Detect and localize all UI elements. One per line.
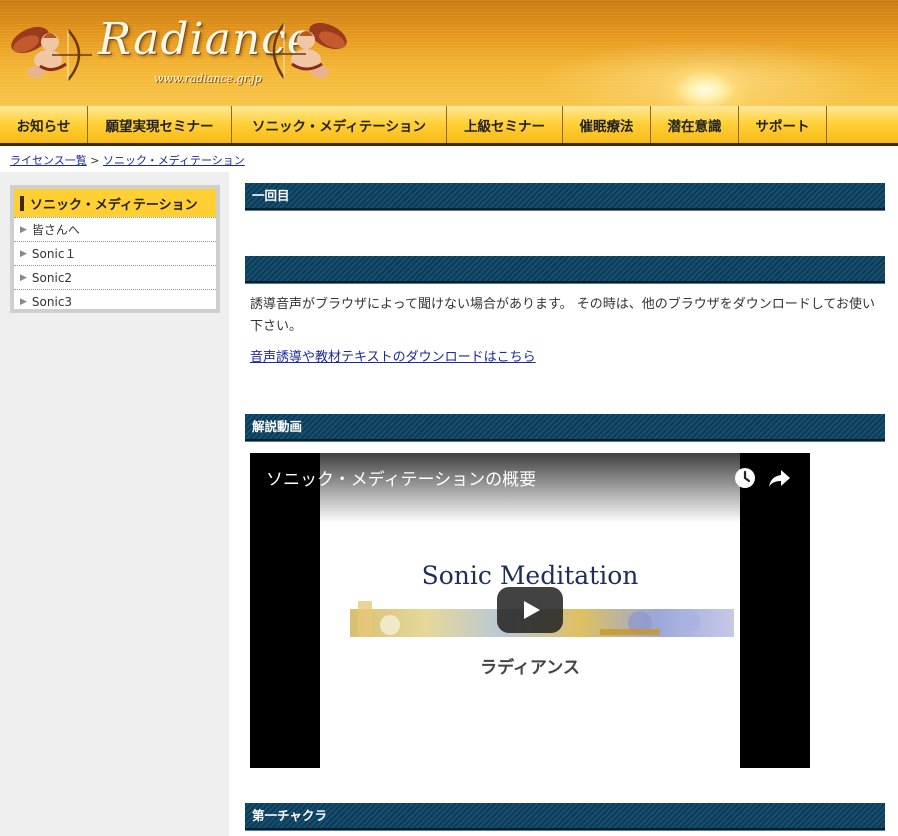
section-heading-first: 一回目: [245, 183, 885, 211]
breadcrumb-link-license-list[interactable]: ライセンス一覧: [10, 154, 87, 167]
sidebar-menu: ソニック・メディテーション ▶ 皆さんへ ▶ Sonic１ ▶ Sonic2 ▶…: [10, 185, 220, 313]
triangle-right-icon: ▶: [20, 296, 27, 307]
sidebar-title: ソニック・メディテーション: [14, 189, 216, 217]
triangle-right-icon: ▶: [20, 224, 27, 235]
nav-item-advanced-seminar[interactable]: 上級セミナー: [447, 106, 563, 143]
sidebar-title-marker: [20, 195, 24, 211]
download-link[interactable]: 音声誘導や教材テキストのダウンロードはこちら: [250, 346, 536, 365]
sidebar-item-label: 皆さんへ: [31, 223, 80, 237]
triangle-right-icon: ▶: [20, 248, 27, 259]
watch-later-icon[interactable]: [732, 465, 758, 491]
left-sidebar: ソニック・メディテーション ▶ 皆さんへ ▶ Sonic１ ▶ Sonic2 ▶…: [0, 172, 229, 836]
section-heading-video: 解説動画: [245, 414, 885, 442]
share-icon[interactable]: [766, 465, 792, 491]
sidebar-item-label: Sonic3: [31, 294, 73, 309]
sidebar-item-minasan[interactable]: ▶ 皆さんへ: [14, 217, 216, 241]
cherub-left-icon: [11, 26, 92, 81]
notice-text: 誘導音声がブラウザによって聞けない場合があります。 その時は、他のブラウザをダウ…: [250, 297, 876, 334]
slide-title: Sonic Meditation: [421, 561, 639, 590]
nav-item-sonic-meditation[interactable]: ソニック・メディテーション: [232, 106, 447, 143]
breadcrumb-link-sonic[interactable]: ソニック・メディテーション: [103, 154, 245, 167]
logo-url: www.radiance.gr.jp: [154, 72, 262, 85]
video-player[interactable]: Sonic Meditation ラディアンス ソニック・メディテーションの概要: [250, 453, 810, 768]
breadcrumb: ライセンス一覧 > ソニック・メディテーション: [10, 152, 245, 168]
cherub-right-icon: [266, 22, 347, 79]
sidebar-item-sonic1[interactable]: ▶ Sonic１: [14, 241, 216, 265]
nav-item-wish-seminar[interactable]: 願望実現セミナー: [88, 106, 232, 143]
nav-item-news[interactable]: お知らせ: [0, 106, 88, 143]
breadcrumb-separator: >: [90, 154, 100, 167]
nav-item-hypnotherapy[interactable]: 催眠療法: [563, 106, 651, 143]
sidebar-item-label: Sonic2: [31, 270, 73, 285]
section-heading-first-chakra: 第一チャクラ: [245, 803, 885, 831]
play-icon[interactable]: [497, 587, 563, 633]
sidebar-title-text: ソニック・メディテーション: [30, 197, 198, 213]
sidebar-item-label: Sonic１: [31, 247, 77, 261]
video-title[interactable]: ソニック・メディテーションの概要: [266, 465, 536, 490]
sidebar-item-sonic2[interactable]: ▶ Sonic2: [14, 265, 216, 289]
nav-item-subconscious[interactable]: 潜在意識: [651, 106, 739, 143]
triangle-right-icon: ▶: [20, 272, 27, 283]
nav-item-support[interactable]: サポート: [739, 106, 827, 143]
slide-subtitle: ラディアンス: [480, 658, 580, 678]
main-nav: お知らせ 願望実現セミナー ソニック・メディテーション 上級セミナー 催眠療法 …: [0, 106, 898, 146]
sidebar-item-sonic3[interactable]: ▶ Sonic3: [14, 289, 216, 313]
site-header: Radiance www.radiance.gr.jp: [0, 0, 898, 106]
section-heading-blank: [245, 256, 885, 284]
